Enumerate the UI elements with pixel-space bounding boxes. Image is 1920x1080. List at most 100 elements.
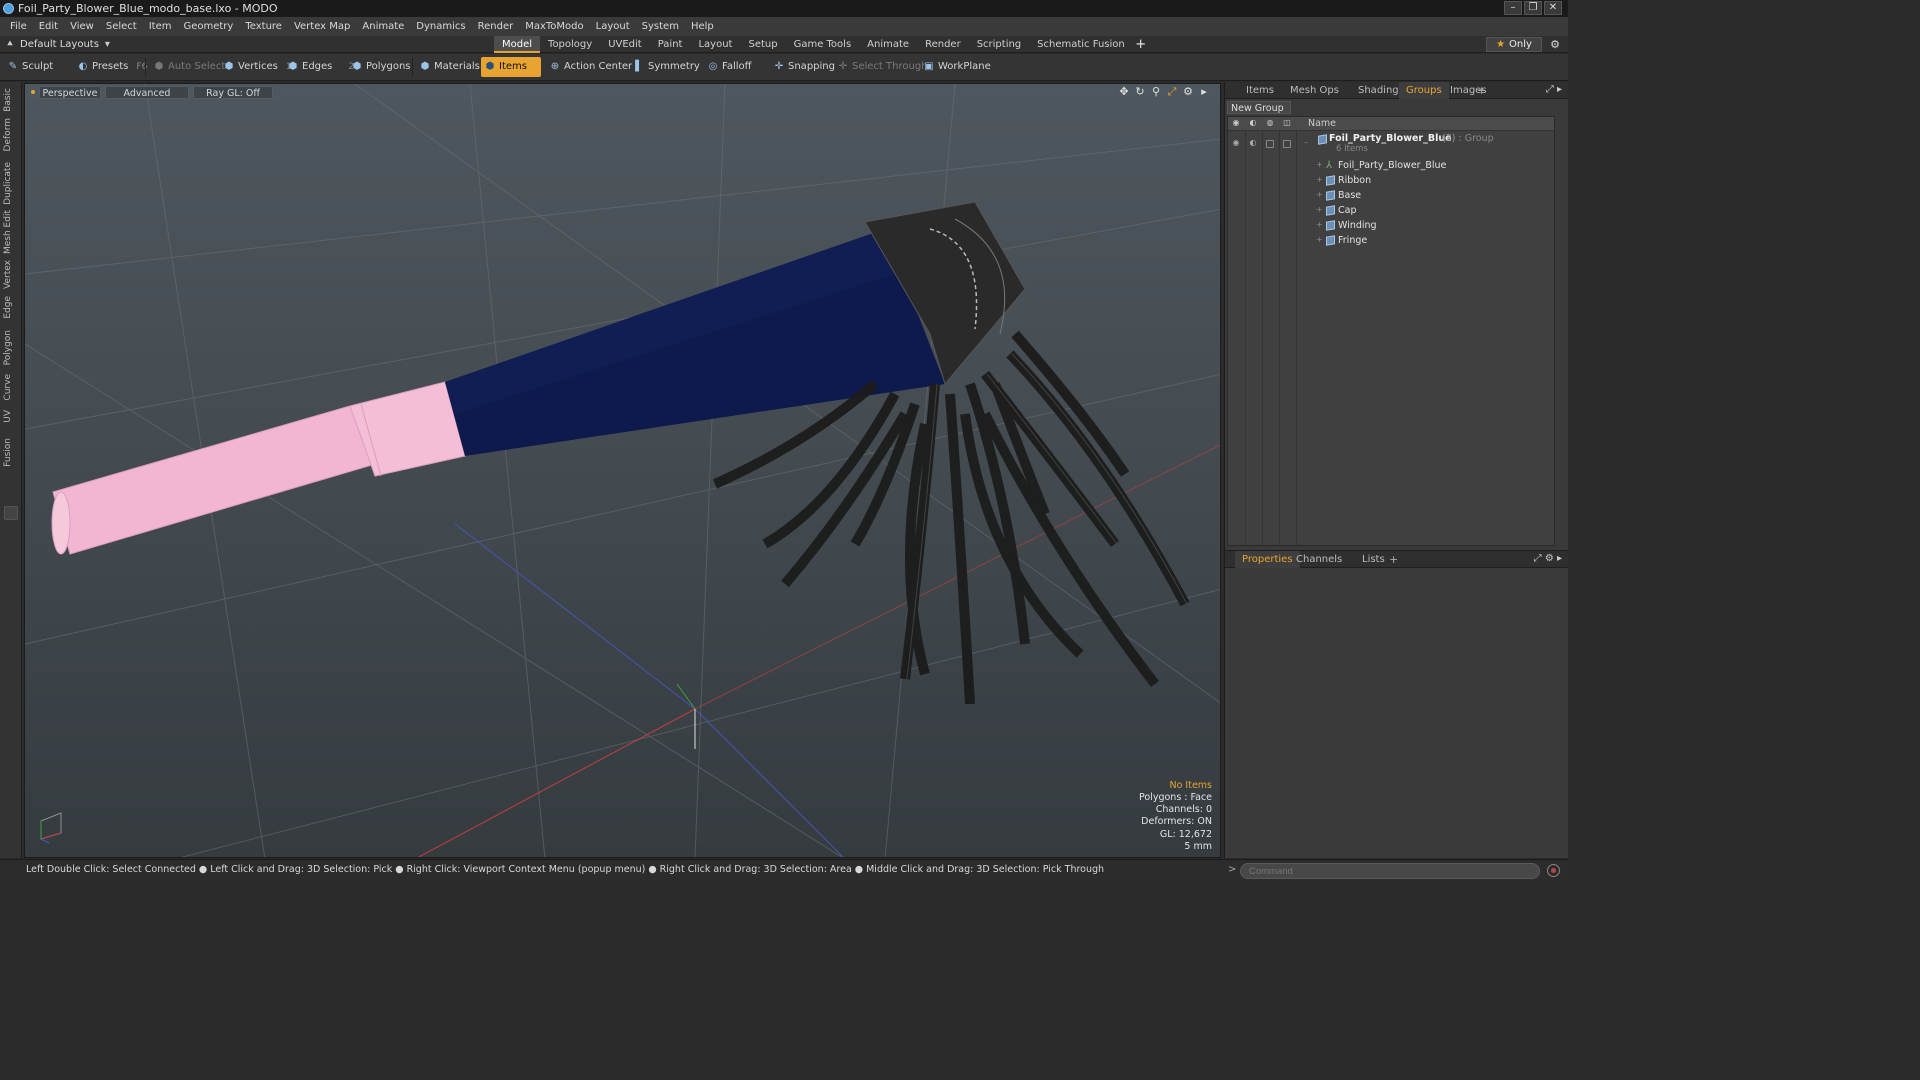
falloff-button[interactable]: ◎ Falloff bbox=[704, 57, 758, 77]
render-header-icon[interactable]: ◐ bbox=[1248, 118, 1258, 128]
menu-help[interactable]: Help bbox=[685, 17, 720, 36]
workplane-button[interactable]: ▣ WorkPlane bbox=[920, 57, 997, 77]
tab-lists[interactable]: Lists bbox=[1355, 551, 1392, 568]
tab-uvedit[interactable]: UVEdit bbox=[600, 36, 650, 53]
menu-render[interactable]: Render bbox=[472, 17, 520, 36]
tab-layout[interactable]: Layout bbox=[690, 36, 740, 53]
left-tab-duplicate[interactable]: Duplicate bbox=[3, 162, 13, 205]
expand-icon[interactable]: + bbox=[1316, 235, 1323, 244]
menu-maxtomodo[interactable]: MaxToModo bbox=[519, 17, 589, 36]
fit-icon[interactable]: ⤢ bbox=[1166, 86, 1178, 98]
raygl-toggle[interactable]: Ray GL: Off bbox=[193, 86, 273, 99]
viewport-menu-icon[interactable] bbox=[31, 90, 35, 94]
group-item-row[interactable]: + Cap bbox=[1228, 204, 1554, 219]
menu-dynamics[interactable]: Dynamics bbox=[410, 17, 471, 36]
eye-icon[interactable]: ◉ bbox=[1231, 138, 1241, 148]
close-button[interactable]: ✕ bbox=[1544, 1, 1562, 15]
expand-icon[interactable]: + bbox=[1316, 175, 1323, 184]
action-center-button[interactable]: ⊕ Action Center bbox=[546, 57, 638, 77]
new-group-button[interactable]: New Group bbox=[1227, 101, 1291, 114]
expand-icon[interactable]: + bbox=[1316, 220, 1323, 229]
shading-dropdown[interactable]: Advanced bbox=[105, 86, 189, 99]
select-checkbox[interactable] bbox=[1283, 140, 1291, 148]
menu-edit[interactable]: Edit bbox=[33, 17, 64, 36]
lock-checkbox[interactable] bbox=[1266, 140, 1274, 148]
strip-toggle-button[interactable] bbox=[4, 506, 18, 520]
perspective-dropdown[interactable]: Perspective bbox=[39, 86, 101, 99]
tab-game-tools[interactable]: Game Tools bbox=[786, 36, 860, 53]
command-input[interactable] bbox=[1240, 863, 1540, 879]
only-toggle-button[interactable]: ★ Only bbox=[1486, 37, 1542, 52]
add-panel-tab-button[interactable]: + bbox=[1477, 82, 1486, 99]
left-tab-polygon[interactable]: Polygon bbox=[3, 330, 13, 365]
presets-button[interactable]: ◐ Presets F6 bbox=[74, 57, 153, 77]
lock-header-icon[interactable]: ◍ bbox=[1265, 118, 1275, 128]
menu-system[interactable]: System bbox=[636, 17, 685, 36]
menu-layout[interactable]: Layout bbox=[590, 17, 636, 36]
collapse-icon[interactable]: – bbox=[1304, 138, 1308, 147]
group-item-row[interactable]: + Winding bbox=[1228, 219, 1554, 234]
tab-channels[interactable]: Channels bbox=[1289, 551, 1349, 568]
expand-icon[interactable]: + bbox=[1316, 205, 1323, 214]
tab-shading[interactable]: Shading bbox=[1351, 82, 1406, 99]
minimize-button[interactable]: – bbox=[1504, 1, 1522, 15]
materials-button[interactable]: ⬢ Materials bbox=[416, 57, 486, 77]
select-through-button[interactable]: ✛ Select Through bbox=[834, 57, 934, 77]
render-icon[interactable]: ◐ bbox=[1248, 138, 1258, 148]
group-row[interactable]: ◉ ◐ – Foil_Party_Blower_Blue (2) : Group… bbox=[1228, 132, 1554, 158]
tab-mesh-ops[interactable]: Mesh Ops bbox=[1283, 82, 1346, 99]
rotate-icon[interactable]: ↻ bbox=[1134, 86, 1146, 98]
menu-select[interactable]: Select bbox=[100, 17, 143, 36]
tab-paint[interactable]: Paint bbox=[650, 36, 691, 53]
menu-file[interactable]: File bbox=[4, 17, 33, 36]
expand-arrow-icon[interactable]: ▸ bbox=[1198, 86, 1210, 98]
select-header-icon[interactable]: ◫ bbox=[1282, 118, 1292, 128]
menu-animate[interactable]: Animate bbox=[356, 17, 410, 36]
panel-expand-icon[interactable]: ⤢ ▸ bbox=[1546, 84, 1562, 95]
group-item-row[interactable]: + Fringe bbox=[1228, 234, 1554, 249]
left-tab-vertex[interactable]: Vertex bbox=[3, 260, 13, 289]
group-item-row[interactable]: + Base bbox=[1228, 189, 1554, 204]
tab-animate[interactable]: Animate bbox=[859, 36, 917, 53]
zoom-icon[interactable]: ⚲ bbox=[1150, 86, 1162, 98]
items-button[interactable]: ⬢ Items bbox=[481, 57, 541, 77]
left-tab-mesh-edit[interactable]: Mesh Edit bbox=[3, 210, 13, 254]
menu-item[interactable]: Item bbox=[143, 17, 178, 36]
visibility-header-icon[interactable]: ◉ bbox=[1231, 118, 1241, 128]
tab-model[interactable]: Model bbox=[494, 36, 541, 53]
panel-settings-icon[interactable]: ⤢ ⚙ ▸ bbox=[1534, 553, 1562, 564]
tab-groups[interactable]: Groups bbox=[1399, 82, 1449, 99]
name-column-header[interactable]: Name bbox=[1308, 118, 1336, 129]
menu-view[interactable]: View bbox=[64, 17, 100, 36]
viewport-settings-icon[interactable]: ⚙ bbox=[1182, 86, 1194, 98]
record-macro-icon[interactable] bbox=[1547, 864, 1560, 877]
left-tab-edge[interactable]: Edge bbox=[3, 296, 13, 319]
group-item-row[interactable]: + Ribbon bbox=[1228, 174, 1554, 189]
symmetry-button[interactable]: ▌ Symmetry bbox=[630, 57, 706, 77]
tab-items[interactable]: Items bbox=[1239, 82, 1281, 99]
group-item-row[interactable]: + ⅄ Foil_Party_Blower_Blue bbox=[1228, 159, 1554, 174]
menu-texture[interactable]: Texture bbox=[239, 17, 288, 36]
tab-topology[interactable]: Topology bbox=[540, 36, 600, 53]
gear-icon[interactable]: ⚙ bbox=[1548, 37, 1562, 52]
tab-render[interactable]: Render bbox=[917, 36, 969, 53]
snapping-button[interactable]: ✛ Snapping bbox=[770, 57, 841, 77]
maximize-button[interactable]: ❐ bbox=[1524, 1, 1542, 15]
left-tab-deform[interactable]: Deform bbox=[3, 118, 13, 151]
polygons-button[interactable]: ⬢ Polygons bbox=[348, 57, 417, 77]
menu-vertex-map[interactable]: Vertex Map bbox=[288, 17, 356, 36]
tab-scripting[interactable]: Scripting bbox=[969, 36, 1029, 53]
tab-setup[interactable]: Setup bbox=[740, 36, 785, 53]
sculpt-button[interactable]: ✎ Sculpt bbox=[4, 57, 59, 77]
left-tab-basic[interactable]: Basic bbox=[3, 88, 13, 112]
expand-icon[interactable]: + bbox=[1316, 190, 1323, 199]
layouts-dropdown[interactable]: ⯅ Default Layouts ▾ bbox=[6, 37, 110, 52]
left-tab-fusion[interactable]: Fusion bbox=[3, 438, 13, 467]
pan-icon[interactable]: ✥ bbox=[1118, 86, 1130, 98]
tab-schematic-fusion[interactable]: Schematic Fusion bbox=[1029, 36, 1133, 53]
add-panel-tab-button[interactable]: + bbox=[1389, 551, 1398, 568]
left-tab-curve[interactable]: Curve bbox=[3, 374, 13, 401]
add-tab-button[interactable]: + bbox=[1133, 36, 1149, 53]
expand-icon[interactable]: + bbox=[1316, 160, 1323, 169]
left-tab-uv[interactable]: UV bbox=[3, 410, 13, 423]
